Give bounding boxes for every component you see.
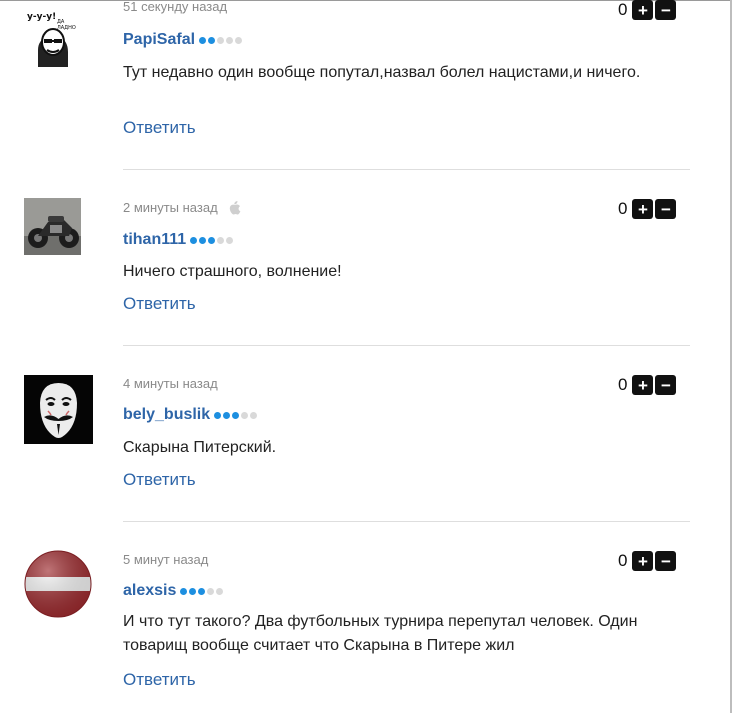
author-link[interactable]: tihan111 (123, 231, 186, 249)
avatar[interactable]: у-у-у! ДА ЛАДНО (24, 10, 81, 67)
rating-dot (208, 236, 216, 244)
comment-text: И что тут такого? Два футбольных турнира… (123, 613, 638, 654)
svg-text:ЛАДНО: ЛАДНО (57, 25, 76, 31)
user-rating-dots (199, 36, 243, 44)
reply-link[interactable]: Ответить (123, 670, 196, 690)
upvote-button[interactable]: + (632, 199, 654, 219)
comment-meta: 2 минуты назад (123, 200, 242, 215)
downvote-button[interactable]: − (655, 199, 677, 219)
apple-icon (228, 200, 242, 215)
latvia-flag-avatar-icon (24, 550, 92, 618)
comment-meta: 5 минут назад (123, 552, 208, 567)
rating-dot (208, 36, 216, 44)
rating-dot (216, 587, 224, 595)
avatar-lettering: у-у-у! (27, 12, 56, 22)
vote-score: 0 (618, 0, 628, 19)
vote-controls: 0 + − (618, 199, 677, 219)
vote-controls: 0 + − (618, 375, 677, 395)
timestamp: 2 минуты назад (123, 200, 218, 215)
author-line: PapiSafal (123, 31, 243, 49)
reply-link[interactable]: Ответить (123, 294, 196, 314)
vote-score: 0 (618, 375, 628, 394)
downvote-button[interactable]: − (655, 0, 677, 20)
comment-separator (123, 521, 690, 522)
rating-dot (217, 236, 225, 244)
timestamp: 5 минут назад (123, 552, 209, 567)
avatar[interactable] (24, 198, 81, 255)
vote-controls: 0 + − (618, 551, 677, 571)
vote-score: 0 (618, 551, 628, 570)
rating-dot (214, 411, 222, 419)
author-line: bely_buslik (123, 406, 258, 424)
user-rating-dots (190, 236, 234, 244)
rating-dot (235, 36, 243, 44)
rating-dot (232, 411, 240, 419)
avatar[interactable] (24, 375, 93, 444)
rating-dot (250, 411, 258, 419)
guy-fawkes-mask-avatar-icon (24, 375, 93, 444)
timestamp: 51 секунду назад (123, 0, 228, 14)
motorcycle-avatar-icon (24, 198, 81, 255)
user-rating-dots (214, 411, 258, 419)
rating-dot (190, 236, 198, 244)
rating-dot (226, 36, 234, 44)
comment-text: Тут недавно один вообще попутал,назвал б… (123, 64, 641, 81)
rating-dot (180, 587, 188, 595)
comment-text: Ничего страшного, волнение! (123, 263, 342, 280)
author-link[interactable]: alexsis (123, 582, 176, 600)
rating-dot (223, 411, 231, 419)
author-line: alexsis (123, 582, 224, 600)
rating-dot (189, 587, 197, 595)
author-link[interactable]: bely_buslik (123, 406, 210, 424)
upvote-button[interactable]: + (632, 551, 654, 571)
rating-dot (199, 36, 207, 44)
downvote-button[interactable]: − (655, 551, 677, 571)
rating-dot (226, 236, 234, 244)
reply-link[interactable]: Ответить (123, 118, 196, 138)
downvote-button[interactable]: − (655, 375, 677, 395)
upvote-button[interactable]: + (632, 0, 654, 20)
reply-link[interactable]: Ответить (123, 470, 196, 490)
rating-dot (217, 36, 225, 44)
meme-face-avatar-icon: у-у-у! ДА ЛАДНО (24, 10, 81, 67)
comment-separator (123, 345, 690, 346)
rating-dot (241, 411, 249, 419)
rating-dot (207, 587, 215, 595)
comment-separator (123, 169, 690, 170)
author-link[interactable]: PapiSafal (123, 31, 195, 49)
vote-score: 0 (618, 199, 628, 218)
avatar[interactable] (24, 550, 92, 618)
timestamp: 4 минуты назад (123, 376, 218, 391)
user-rating-dots (180, 587, 224, 595)
author-line: tihan111 (123, 231, 234, 249)
upvote-button[interactable]: + (632, 375, 654, 395)
rating-dot (199, 236, 207, 244)
vote-controls: 0 + − (618, 0, 677, 20)
rating-dot (198, 587, 206, 595)
comment-meta: 51 секунду назад (123, 0, 227, 14)
comment-text: Скарына Питерский. (123, 439, 277, 456)
comment-meta: 4 минуты назад (123, 376, 218, 391)
